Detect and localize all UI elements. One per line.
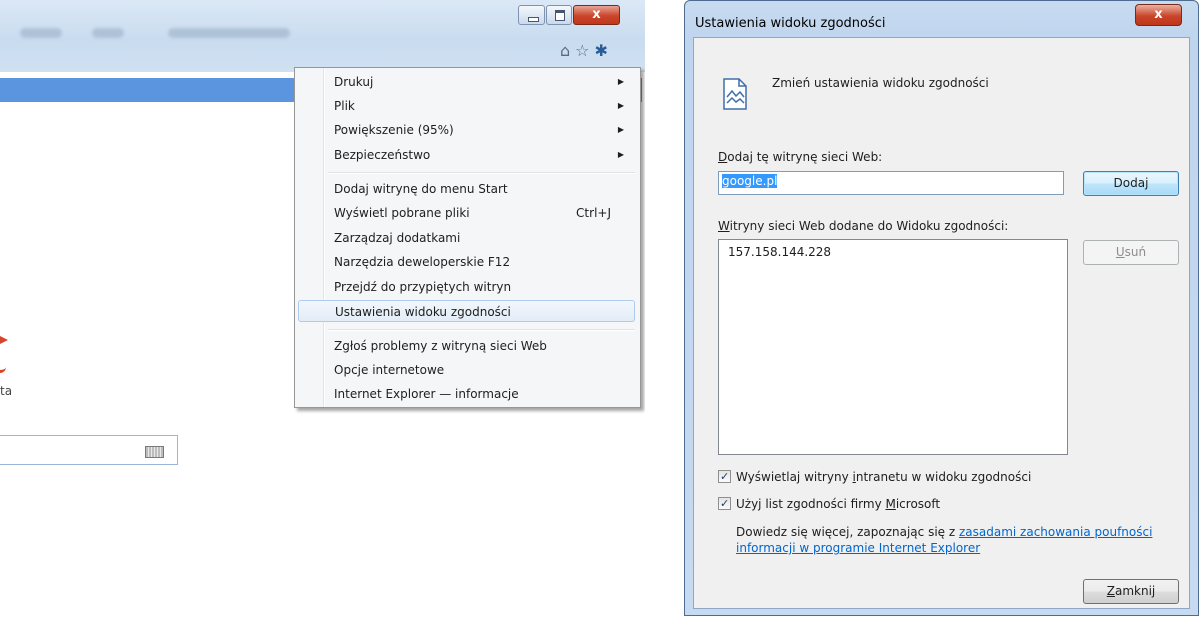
search-input[interactable] <box>0 435 178 465</box>
close-icon: x <box>592 7 601 22</box>
logo-mark <box>0 333 8 347</box>
close-button[interactable]: x <box>573 5 620 25</box>
checkbox-label: Wyświetlaj witryny intranetu w widoku zg… <box>736 470 1032 484</box>
broken-page-icon <box>723 78 747 110</box>
sites-listbox[interactable]: 157.158.144.228 <box>718 239 1068 455</box>
menu-item-about-ie[interactable]: Internet Explorer — informacje <box>298 383 635 405</box>
remove-button: Usuń <box>1083 240 1179 265</box>
sites-list-label: Witryny sieci Web dodane do Widoku zgodn… <box>718 219 1008 233</box>
menu-item-file[interactable]: Plik ▶ <box>298 95 635 117</box>
compatibility-view-dialog: Ustawienia widoku zgodności x Zmień usta… <box>684 0 1199 616</box>
star-icon[interactable]: ☆ <box>575 42 589 60</box>
menu-item-label: Zgłoś problemy z witryną sieci Web <box>334 339 547 353</box>
checkbox-label: Użyj list zgodności firmy Microsoft <box>736 497 941 511</box>
logo-curve <box>0 364 6 373</box>
menu-item-compatibility-settings[interactable]: Ustawienia widoku zgodności <box>298 300 635 322</box>
menu-item-pinned-sites[interactable]: Przejdź do przypiętych witryn <box>298 276 635 298</box>
close-dialog-button[interactable]: Zamknij <box>1083 579 1179 604</box>
button-label: suń <box>1124 245 1147 259</box>
dialog-title: Ustawienia widoku zgodności <box>695 16 886 31</box>
accelerator-key: U <box>1115 245 1125 259</box>
menu-item-report-problems[interactable]: Zgłoś problemy z witryną sieci Web <box>298 335 635 357</box>
menu-item-label: Zarządzaj dodatkami <box>334 231 461 245</box>
window-controls: x <box>518 5 642 27</box>
browser-toolbar-icons: ⌂ ☆ ✱ <box>560 42 608 60</box>
submenu-arrow-icon: ▶ <box>617 101 624 110</box>
submenu-arrow-icon: ▶ <box>617 77 624 86</box>
menu-item-manage-addons[interactable]: Zarządzaj dodatkami <box>298 227 635 249</box>
add-site-input[interactable]: google.pl <box>718 171 1064 195</box>
menu-item-label: Bezpieczeństwo <box>334 148 431 162</box>
accelerator-key: D <box>718 150 728 164</box>
intranet-checkbox[interactable] <box>718 469 731 485</box>
tools-menu: Drukuj ▶ Plik ▶ Powiększenie (95%) ▶ Bezpie… <box>294 67 641 408</box>
add-site-label: Dodaj tę witrynę sieci Web: <box>718 150 882 164</box>
maximize-button[interactable] <box>546 5 572 25</box>
info-text: Dowiedz się więcej, zapoznając się z <box>736 525 959 539</box>
label-text: itryny sieci Web dodane do Widoku zgodno… <box>729 219 1009 233</box>
blurred-tab <box>168 28 290 38</box>
accelerator-key: Z <box>1106 584 1115 598</box>
blurred-tab <box>92 28 124 38</box>
label-text: odaj tę witrynę sieci Web: <box>727 150 883 164</box>
logo-text: ta <box>0 384 13 398</box>
browser-window: x ⌂ ☆ ✱ ta Drukuj ▶ Plik ▶ Powiększenie (9… <box>0 0 645 618</box>
input-value: google.pl <box>722 174 778 188</box>
menu-item-downloads[interactable]: Wyświetl pobrane pliki Ctrl+J <box>298 202 635 224</box>
submenu-arrow-icon: ▶ <box>617 125 624 134</box>
close-icon: x <box>1154 7 1163 22</box>
dialog-close-button[interactable]: x <box>1135 4 1182 26</box>
home-icon[interactable]: ⌂ <box>560 42 570 60</box>
minimize-button[interactable] <box>518 5 545 25</box>
browser-title-bar: x ⌂ ☆ ✱ <box>0 0 645 72</box>
button-label: amknij <box>1114 584 1156 598</box>
keyboard-icon[interactable] <box>145 446 164 458</box>
privacy-info: Dowiedz się więcej, zapoznając się z zas… <box>736 524 1186 556</box>
menu-separator <box>328 329 635 331</box>
accelerator-key: W <box>718 219 730 233</box>
add-button[interactable]: Dodaj <box>1083 171 1179 196</box>
dialog-body: Zmień ustawienia widoku zgodności Dodaj … <box>693 37 1190 609</box>
list-item[interactable]: 157.158.144.228 <box>728 245 831 259</box>
blurred-tab <box>20 28 62 38</box>
menu-item-label: Internet Explorer — informacje <box>334 387 519 401</box>
menu-item-label: Opcje internetowe <box>334 363 445 377</box>
menu-item-developer-tools[interactable]: Narzędzia deweloperskie F12 <box>298 251 635 273</box>
menu-separator <box>328 172 635 174</box>
menu-item-label: Plik <box>334 99 355 113</box>
menu-item-label: Powiększenie (95%) <box>334 123 454 137</box>
menu-item-label: Narzędzia deweloperskie F12 <box>334 255 511 269</box>
menu-item-add-to-start[interactable]: Dodaj witrynę do menu Start <box>298 178 635 200</box>
menu-item-label: Przejdź do przypiętych witryn <box>334 280 512 294</box>
microsoft-list-checkbox[interactable] <box>718 496 731 512</box>
menu-item-label: Dodaj witrynę do menu Start <box>334 182 508 196</box>
menu-item-internet-options[interactable]: Opcje internetowe <box>298 359 635 381</box>
menu-item-label: Drukuj <box>334 75 374 89</box>
submenu-arrow-icon: ▶ <box>617 150 624 159</box>
dialog-header: Zmień ustawienia widoku zgodności <box>772 76 989 90</box>
menu-item-label: Wyświetl pobrane pliki <box>334 206 470 220</box>
menu-item-print[interactable]: Drukuj ▶ <box>298 71 635 93</box>
menu-item-zoom[interactable]: Powiększenie (95%) ▶ <box>298 119 635 141</box>
menu-item-shortcut: Ctrl+J <box>576 206 611 220</box>
menu-item-security[interactable]: Bezpieczeństwo ▶ <box>298 144 635 166</box>
menu-item-label: Ustawienia widoku zgodności <box>335 305 511 319</box>
gear-icon[interactable]: ✱ <box>595 42 608 60</box>
